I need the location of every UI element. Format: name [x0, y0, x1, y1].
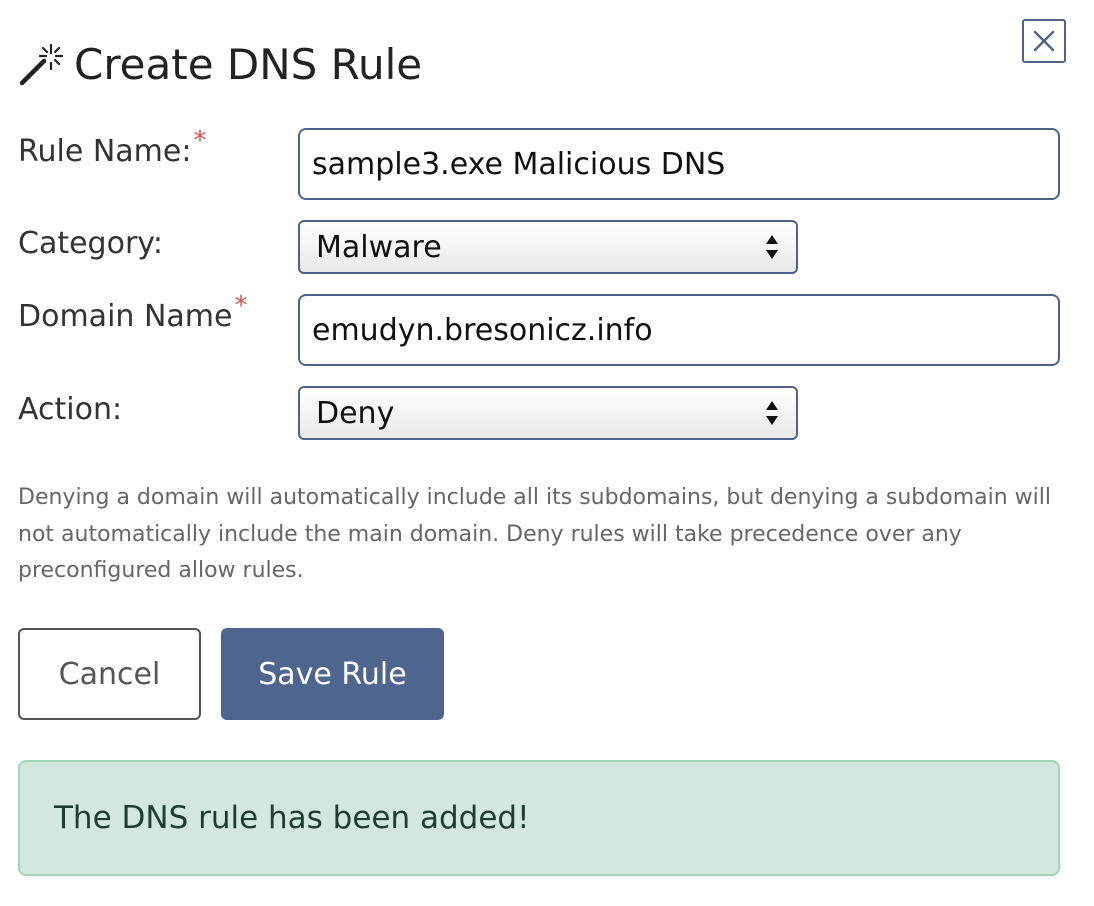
action-label: Action: [18, 392, 123, 427]
domain-name-input[interactable] [298, 294, 1060, 366]
success-message: The DNS rule has been added! [54, 800, 530, 836]
domain-name-label: Domain Name* [18, 291, 247, 334]
action-select[interactable]: Deny [298, 386, 798, 440]
save-rule-button[interactable]: Save Rule [221, 628, 444, 720]
select-arrows-icon [766, 401, 778, 425]
category-label: Category: [18, 226, 163, 261]
close-button[interactable] [1022, 19, 1066, 63]
select-arrows-icon [766, 235, 778, 259]
cancel-button[interactable]: Cancel [18, 628, 201, 720]
success-alert: The DNS rule has been added! [18, 760, 1060, 876]
required-marker: * [193, 126, 207, 156]
dialog-title: Create DNS Rule [74, 39, 423, 89]
close-icon [1033, 30, 1055, 52]
rule-name-label: Rule Name:* [18, 126, 206, 169]
rule-name-input[interactable] [298, 128, 1060, 200]
required-marker: * [234, 291, 248, 321]
category-selected-value: Malware [316, 229, 442, 265]
magic-wand-icon [19, 43, 64, 86]
dialog-header: Create DNS Rule [18, 36, 422, 92]
rule-name-label-text: Rule Name: [18, 134, 192, 169]
help-text: Denying a domain will automatically incl… [18, 485, 1051, 583]
domain-name-label-text: Domain Name [18, 299, 233, 334]
action-selected-value: Deny [316, 395, 395, 431]
category-select[interactable]: Malware [298, 220, 798, 274]
